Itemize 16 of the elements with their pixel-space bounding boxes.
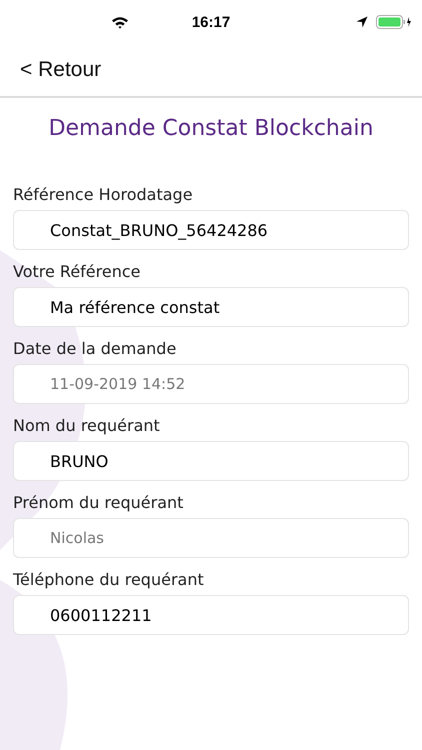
field-label: Référence Horodatage [13,185,194,204]
input-field[interactable]: 0600112211 [13,595,409,635]
wifi-icon [111,16,129,29]
page-title: Demande Constat Blockchain [48,116,374,141]
input-field[interactable]: BRUNO [13,441,409,481]
status-time: 16:17 [192,14,230,30]
back-button[interactable]: < Retour [20,58,102,82]
field-label: Date de la demande [13,339,178,358]
field-label: Nom du requérant [13,416,161,435]
input-field[interactable]: Ma référence constat [13,287,409,327]
location-arrow-icon [356,16,368,28]
field-label: Votre Référence [13,262,142,281]
battery-icon [376,15,412,29]
input-field[interactable]: Constat_BRUNO_56424286 [13,210,409,250]
field-label: Prénom du requérant [13,493,184,512]
field-label: Téléphone du requérant [13,570,205,589]
